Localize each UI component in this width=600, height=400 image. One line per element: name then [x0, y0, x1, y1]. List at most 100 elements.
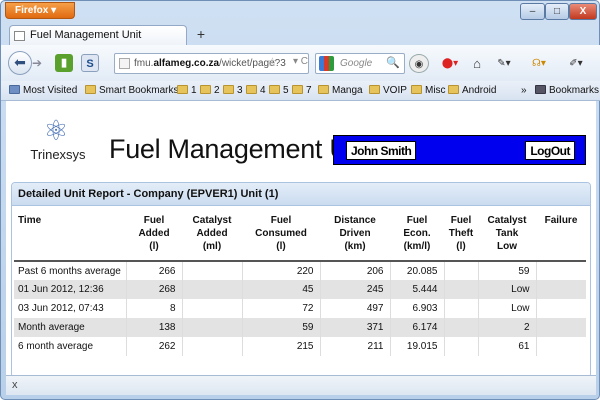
column-header-line: Fuel: [143, 215, 165, 226]
user-name: John Smith: [346, 141, 417, 160]
column-header-line: Low: [497, 241, 517, 252]
addon-s-icon[interactable]: S: [81, 54, 99, 72]
table-header-row: Time Fuel Added (l) Catalyst Added (ml) Fuel Con…: [14, 206, 586, 262]
folder-icon: [200, 85, 211, 94]
column-header: Fuel Econ. (km/l): [390, 206, 444, 262]
table-cell: [536, 280, 586, 299]
folder-icon: [318, 85, 329, 94]
tab-title: Fuel Management Unit: [30, 29, 142, 41]
column-header-line: (l): [276, 241, 286, 252]
table-cell: 6.174: [390, 318, 445, 337]
close-statusbar-icon[interactable]: x: [12, 379, 18, 391]
bookmark-star-icon[interactable]: ☆: [267, 55, 278, 69]
column-header: Failure: [536, 206, 586, 262]
logout-button[interactable]: LogOut: [525, 141, 575, 160]
addon-tools-icon[interactable]: ✐▾: [561, 54, 591, 73]
table-row: 01 Jun 2012, 12:36 268 45 245 5.444 Low: [14, 280, 586, 299]
bookmark-label: Manga: [332, 85, 363, 96]
table-cell: [536, 318, 586, 337]
table-cell: [444, 318, 479, 337]
table-cell: [182, 318, 243, 337]
column-header-line: (ml): [202, 241, 222, 252]
table-cell: 61: [478, 337, 537, 356]
minimize-button[interactable]: –: [520, 3, 545, 20]
bookmark-1[interactable]: 1: [177, 84, 197, 98]
table-cell: 268: [126, 280, 183, 299]
bookmark-voip[interactable]: VOIP: [369, 84, 407, 98]
column-header-line: (l): [149, 241, 159, 252]
table-row: Month average 138 59 371 6.174 2: [14, 318, 586, 337]
site-favicon-icon: [119, 58, 130, 69]
tab-fuel-management[interactable]: Fuel Management Unit: [9, 25, 187, 46]
bookmark-label: Bookmarks: [549, 85, 600, 96]
table-row: Past 6 months average 266 220 206 20.085 59: [14, 261, 586, 280]
atom-logo-icon: ⚛: [43, 115, 69, 146]
title-bar: Firefox ▾ – □ X: [1, 1, 600, 23]
folder-icon: [269, 85, 280, 94]
folder-icon: [292, 85, 303, 94]
table-cell: 262: [126, 337, 183, 356]
column-header-line: Failure: [544, 215, 578, 226]
bookmark-3[interactable]: 3: [223, 84, 243, 98]
addon-rss-icon[interactable]: ☊▾: [521, 54, 557, 73]
column-header-line: Fuel: [406, 215, 428, 226]
bookmark-manga[interactable]: Manga: [318, 84, 363, 98]
bookmarks-overflow-button[interactable]: »: [521, 84, 527, 98]
addon-pencil-icon[interactable]: ✎▾: [491, 54, 517, 73]
forward-button[interactable]: ➔: [32, 54, 46, 72]
bookmark-label: Misc: [425, 85, 446, 96]
column-header-line: Catalyst: [487, 215, 527, 226]
addon-chart-icon[interactable]: ▮: [55, 54, 73, 72]
firefox-menu-button[interactable]: Firefox ▾: [5, 2, 75, 19]
report-title: Detailed Unit Report - Company (EPVER1) …: [12, 183, 590, 206]
bookmark-4[interactable]: 4: [246, 84, 266, 98]
user-bar: John Smith LogOut: [333, 135, 586, 165]
bookmark-smart-bookmarks[interactable]: Smart Bookmarks: [85, 84, 178, 98]
addon-gear-icon[interactable]: ◉: [409, 54, 429, 73]
url-dropdown-icon[interactable]: ▾ C: [293, 56, 308, 67]
bookmark-7[interactable]: 7: [292, 84, 312, 98]
column-header-line: Added: [196, 228, 228, 239]
back-arrow-icon: ⬅: [14, 54, 26, 70]
table-cell: 371: [320, 318, 391, 337]
table-cell: 2: [478, 318, 537, 337]
back-button[interactable]: ⬅: [8, 51, 32, 75]
page-content: ⚛ Trinexsys Fuel Management Unit John Sm…: [6, 101, 596, 395]
table-cell: [444, 261, 479, 280]
bookmark-5[interactable]: 5: [269, 84, 289, 98]
table-row: 03 Jun 2012, 07:43 8 72 497 6.903 Low: [14, 299, 586, 318]
bookmark-label: Smart Bookmarks: [99, 85, 179, 96]
table-cell: 497: [320, 299, 391, 318]
bookmark-label: 7: [306, 85, 312, 96]
search-icon[interactable]: 🔍: [386, 56, 400, 69]
table-cell: 01 Jun 2012, 12:36: [14, 280, 127, 299]
home-icon[interactable]: ⌂: [467, 54, 487, 73]
folder-icon: [369, 85, 380, 94]
table-cell: 266: [126, 261, 183, 280]
column-header: Distance Driven (km): [320, 206, 390, 262]
addon-stop-icon[interactable]: ⬤▾: [435, 54, 465, 73]
bookmark-android[interactable]: Android: [448, 84, 496, 98]
column-header-line: Distance: [334, 215, 376, 226]
bookmark-misc[interactable]: Misc: [411, 84, 446, 98]
table-cell: 8: [126, 299, 183, 318]
table-cell: [444, 280, 479, 299]
table-cell: Month average: [14, 318, 127, 337]
bookmark-label: 1: [191, 85, 197, 96]
table-cell: 6 month average: [14, 337, 127, 356]
table-cell: [444, 337, 479, 356]
bookmark-label: 5: [283, 85, 289, 96]
column-header-line: Consumed: [255, 228, 307, 239]
url-bar[interactable]: fmu.alfameg.co.za/wicket/page?3: [114, 53, 309, 74]
new-tab-button[interactable]: +: [191, 26, 211, 44]
table-cell: [444, 299, 479, 318]
column-header-line: Theft: [448, 228, 474, 239]
close-window-button[interactable]: X: [569, 3, 597, 20]
bookmarks-menu-button[interactable]: Bookmarks: [535, 84, 599, 98]
bookmark-2[interactable]: 2: [200, 84, 220, 98]
column-header-line: Tank: [495, 228, 519, 239]
bookmark-most-visited[interactable]: Most Visited: [9, 84, 77, 98]
maximize-button[interactable]: □: [545, 3, 569, 20]
table-cell: Low: [478, 280, 537, 299]
folder-icon: [223, 85, 234, 94]
